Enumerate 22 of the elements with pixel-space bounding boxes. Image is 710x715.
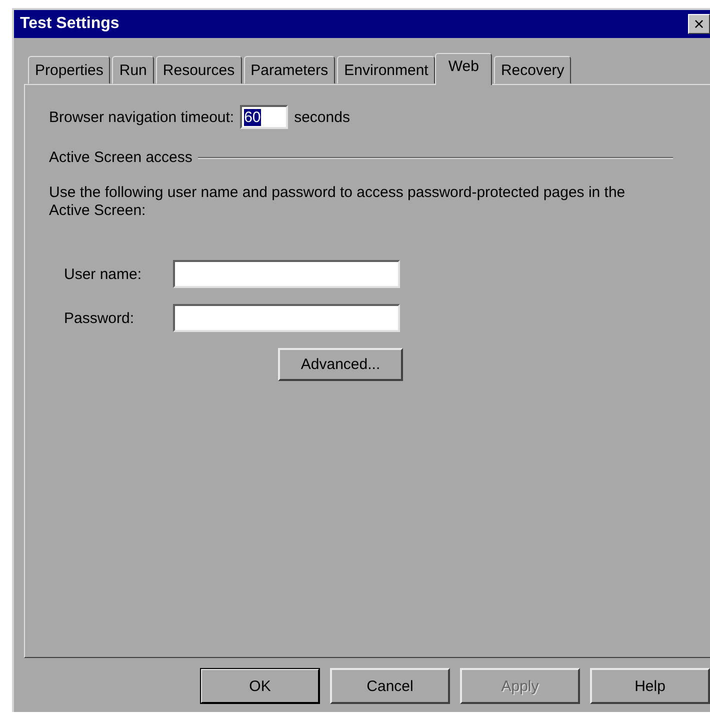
input-field[interactable] — [173, 304, 400, 332]
tab[interactable]: Recovery — [494, 56, 572, 84]
dialog-button[interactable]: Help — [590, 668, 710, 704]
advanced-button[interactable]: Advanced... — [278, 348, 403, 381]
tab[interactable]: Run — [112, 56, 154, 84]
input-field[interactable] — [173, 260, 400, 288]
timeout-field[interactable]: 60 — [240, 105, 288, 129]
unit-label: seconds — [294, 108, 350, 126]
field-label: User name: — [64, 266, 143, 282]
close-button[interactable]: × — [688, 14, 710, 34]
dialog-button[interactable]: OK — [200, 668, 320, 704]
tab[interactable]: Properties — [28, 56, 110, 84]
description-text: Use the following user name and password to access password-protected pages in the Active Screen: — [49, 184, 626, 220]
field-label: Password: — [64, 310, 136, 326]
tab[interactable]: Environment — [337, 56, 436, 84]
group-title: Active Screen access — [49, 149, 192, 166]
tab[interactable]: Parameters — [244, 56, 336, 84]
window-title: Test Settings — [20, 15, 120, 33]
tab[interactable]: Resources — [156, 56, 242, 84]
dialog-button[interactable]: Cancel — [330, 668, 450, 704]
timeout-label: Browser navigation timeout: — [49, 108, 234, 126]
tab[interactable]: Web — [435, 53, 492, 85]
